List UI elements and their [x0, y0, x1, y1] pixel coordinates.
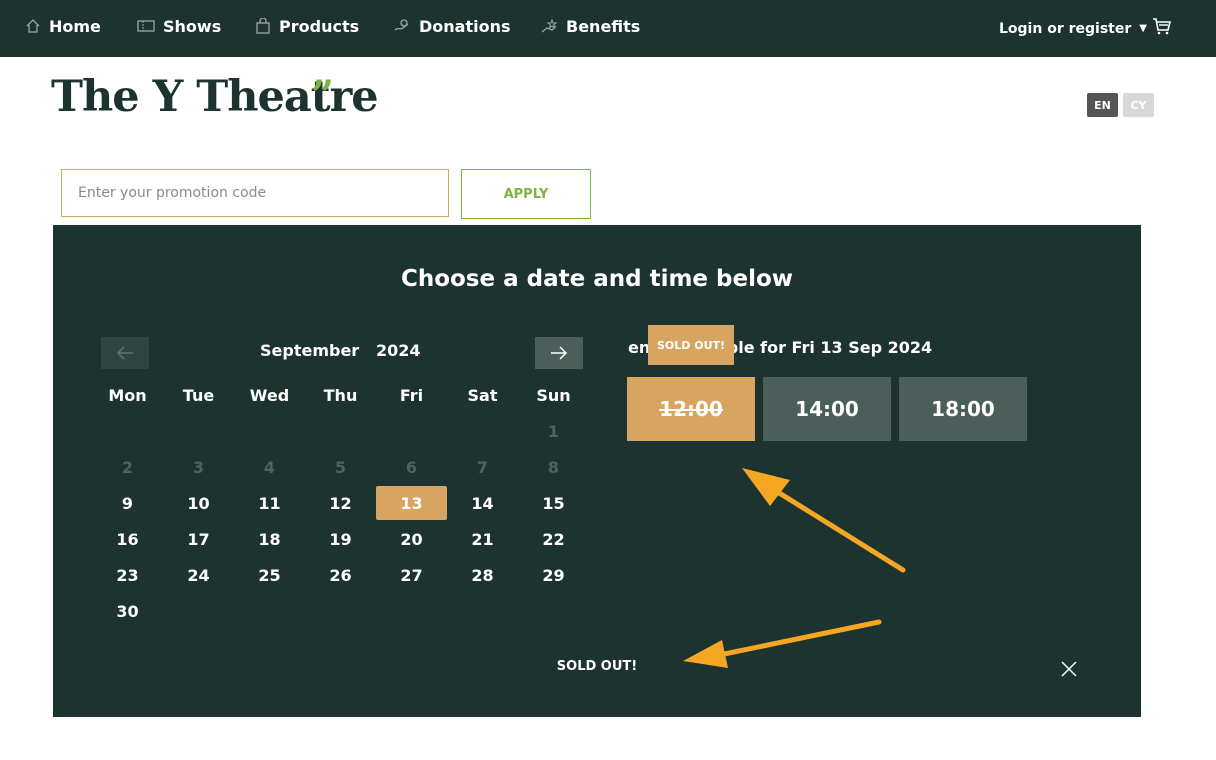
donation-icon	[394, 19, 409, 31]
calendar-day-5: 5	[334, 457, 347, 477]
calendar-weekday-row: Mon Tue Wed Thu Fri Sat Sun	[92, 377, 589, 413]
calendar-week-3: 9 10 11 12 13 14 15	[92, 485, 589, 521]
login-register-dropdown[interactable]: Login or register ▼	[999, 0, 1147, 57]
calendar-day-12[interactable]: 12	[305, 485, 376, 521]
calendar-day-10[interactable]: 10	[163, 485, 234, 521]
logo-quote-mark: ”	[311, 72, 335, 119]
calendar-day-28[interactable]: 28	[447, 557, 518, 593]
calendar-day-8: 8	[547, 457, 560, 477]
sold-out-badge: SOLD OUT!	[648, 325, 734, 365]
cart-button[interactable]	[1152, 16, 1172, 40]
calendar-day-19[interactable]: 19	[305, 521, 376, 557]
calendar-day-20[interactable]: 20	[376, 521, 447, 557]
arrow-right-icon	[551, 346, 568, 360]
calendar-week-4: 16 17 18 19 20 21 22	[92, 521, 589, 557]
calendar-day-2: 2	[121, 457, 134, 477]
ticket-icon	[137, 20, 155, 32]
weekday-sun: Sun	[536, 385, 571, 405]
benefits-icon	[541, 18, 558, 33]
weekday-mon: Mon	[108, 385, 147, 405]
calendar-month: September	[260, 341, 360, 360]
calendar-day-7: 7	[476, 457, 489, 477]
calendar-day-18[interactable]: 18	[234, 521, 305, 557]
login-label: Login or register	[999, 20, 1132, 37]
weekday-fri: Fri	[399, 385, 424, 405]
calendar-day-empty	[376, 413, 447, 449]
nav-donations[interactable]: Donations	[393, 0, 511, 52]
promotion-code-input[interactable]	[61, 169, 449, 217]
calendar-day-4: 4	[263, 457, 276, 477]
calendar-grid: Mon Tue Wed Thu Fri Sat Sun 1 2 3 4 5 6 …	[92, 377, 589, 629]
calendar-day-16[interactable]: 16	[92, 521, 163, 557]
calendar-day-22[interactable]: 22	[518, 521, 589, 557]
time-slot-1200-sold-out[interactable]: 12:00	[627, 377, 755, 441]
selected-day-label: 13	[376, 486, 447, 520]
next-month-button[interactable]	[535, 337, 583, 369]
calendar-day-25[interactable]: 25	[234, 557, 305, 593]
time-slot-1800[interactable]: 18:00	[899, 377, 1027, 441]
calendar-day-empty	[163, 413, 234, 449]
sold-out-message: SOLD OUT!	[556, 659, 638, 674]
chevron-down-icon: ▼	[1139, 23, 1147, 34]
nav-shows[interactable]: Shows	[137, 0, 221, 52]
calendar-day-14[interactable]: 14	[447, 485, 518, 521]
home-icon	[26, 19, 40, 33]
close-button[interactable]	[1059, 659, 1079, 679]
calendar-day-11[interactable]: 11	[234, 485, 305, 521]
nav-products[interactable]: Products	[255, 0, 359, 52]
apply-button[interactable]: APPLY	[461, 169, 591, 219]
calendar-day-17[interactable]: 17	[163, 521, 234, 557]
calendar-day-3: 3	[192, 457, 205, 477]
weekday-thu: Thu	[323, 385, 358, 405]
arrow-left-icon	[116, 346, 133, 360]
shopping-bag-icon	[256, 18, 270, 34]
weekday-sat: Sat	[467, 385, 498, 405]
calendar-day-23[interactable]: 23	[92, 557, 163, 593]
nav-donations-label: Donations	[419, 16, 511, 36]
calendar-day-empty	[305, 413, 376, 449]
calendar-day-empty	[447, 413, 518, 449]
time-slot-1400[interactable]: 14:00	[763, 377, 891, 441]
calendar-day-13-selected[interactable]: 13	[376, 485, 447, 521]
weekday-wed: Wed	[249, 385, 290, 405]
previous-month-button[interactable]	[101, 337, 149, 369]
nav-products-label: Products	[279, 16, 360, 36]
top-navigation: Home Shows Products Donations Benefits L…	[0, 0, 1216, 57]
nav-home[interactable]: Home	[25, 0, 101, 52]
calendar-day-1: 1	[547, 421, 560, 441]
nav-benefits[interactable]: Benefits	[540, 0, 640, 52]
calendar-year: 2024	[376, 341, 421, 360]
calendar-week-5: 23 24 25 26 27 28 29	[92, 557, 589, 593]
calendar-day-24[interactable]: 24	[163, 557, 234, 593]
nav-shows-label: Shows	[163, 16, 222, 36]
language-cy-button[interactable]: CY	[1123, 93, 1154, 117]
calendar-day-30[interactable]: 30	[92, 593, 163, 629]
booking-title: Choose a date and time below	[400, 266, 794, 292]
calendar-day-21[interactable]: 21	[447, 521, 518, 557]
language-en-button[interactable]: EN	[1087, 93, 1118, 117]
calendar-week-6: 30	[92, 593, 589, 629]
booking-panel: Choose a date and time below September 2…	[53, 225, 1141, 717]
calendar-day-9[interactable]: 9	[92, 485, 163, 521]
nav-benefits-label: Benefits	[566, 16, 641, 36]
nav-home-label: Home	[49, 16, 101, 36]
calendar-day-empty	[92, 413, 163, 449]
weekday-tue: Tue	[182, 385, 215, 405]
calendar-day-26[interactable]: 26	[305, 557, 376, 593]
close-icon	[1061, 661, 1077, 677]
cart-icon	[1153, 18, 1172, 35]
calendar-day-6: 6	[405, 457, 418, 477]
calendar-week-2: 2 3 4 5 6 7 8	[92, 449, 589, 485]
calendar-week-1: 1	[92, 413, 589, 449]
calendar-day-15[interactable]: 15	[518, 485, 589, 521]
calendar-day-29[interactable]: 29	[518, 557, 589, 593]
calendar-day-empty	[234, 413, 305, 449]
calendar-day-27[interactable]: 27	[376, 557, 447, 593]
